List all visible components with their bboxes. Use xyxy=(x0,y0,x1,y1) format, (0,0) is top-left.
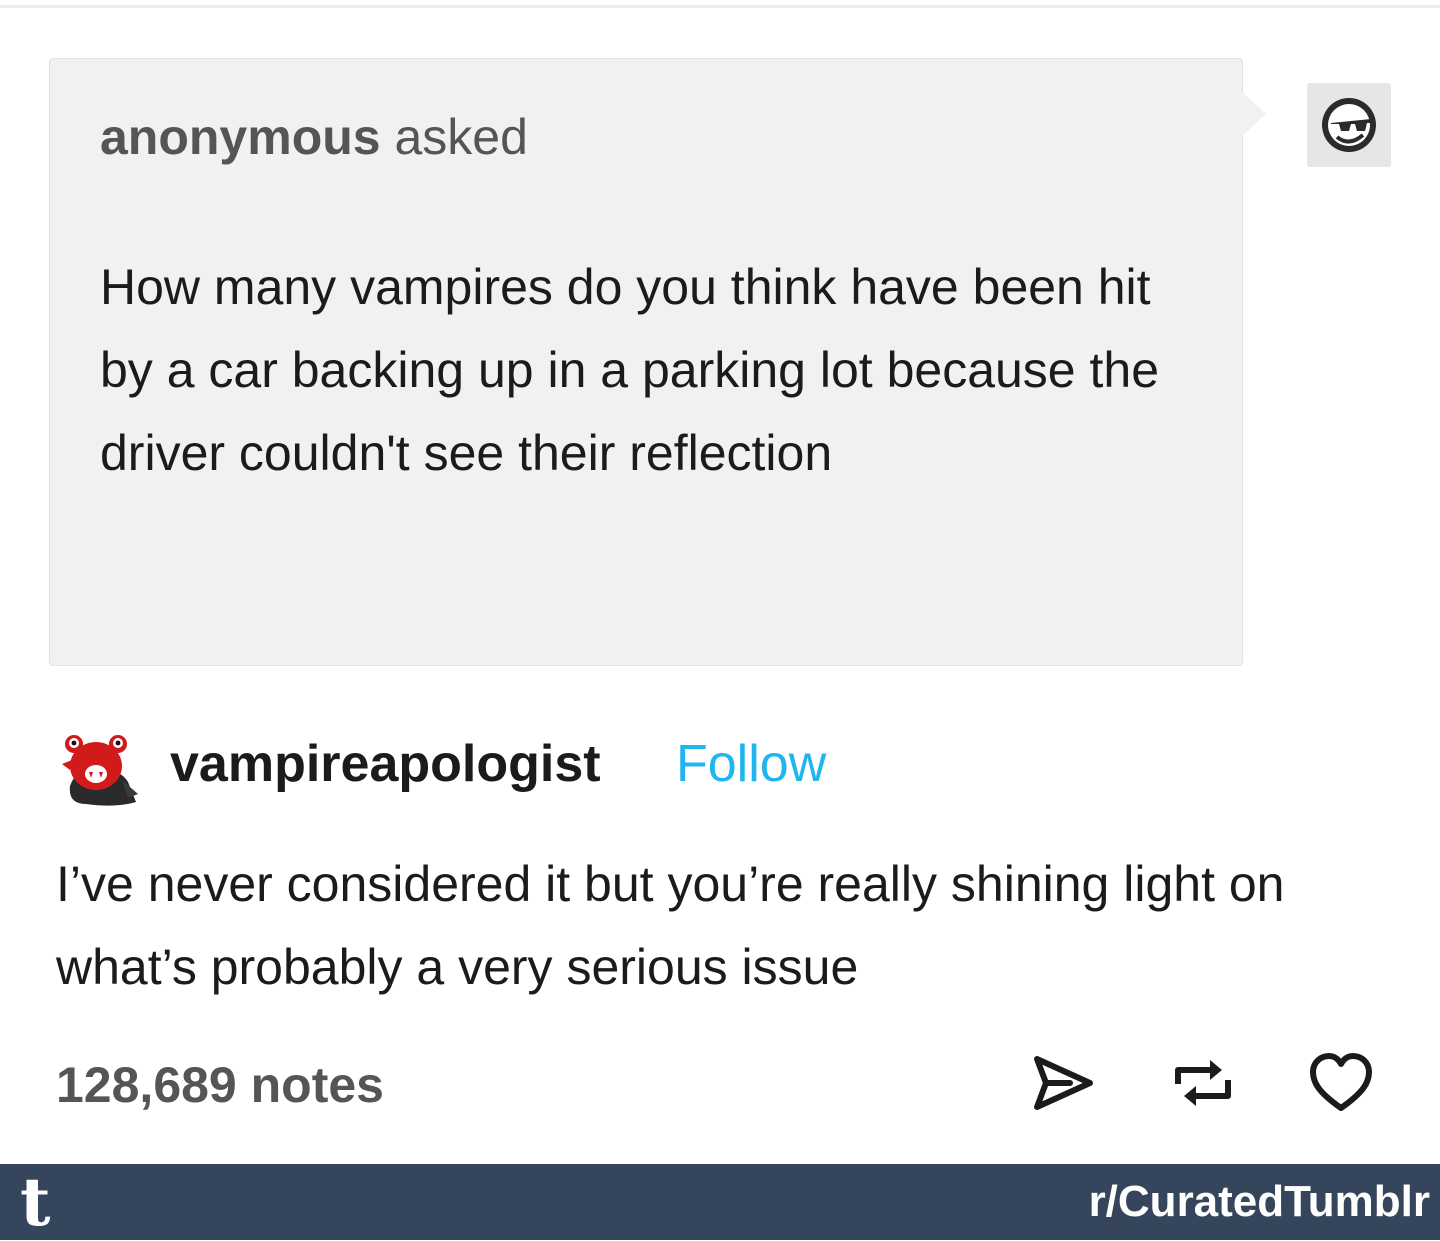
follow-button[interactable]: Follow xyxy=(676,733,826,795)
heart-icon[interactable] xyxy=(1308,1050,1374,1116)
answer-text: I’ve never considered it but you’re real… xyxy=(56,856,1285,995)
notes-count[interactable]: 128,689 notes xyxy=(56,1054,384,1116)
question-text: How many vampires do you think have been… xyxy=(100,259,1160,481)
vampire-blob-avatar[interactable] xyxy=(56,724,142,810)
avatar-icon xyxy=(62,735,138,806)
asker-line: anonymous asked xyxy=(100,107,528,167)
anonymous-avatar[interactable] xyxy=(1307,83,1391,167)
top-divider xyxy=(0,5,1440,8)
brand-bar: t r/CuratedTumblr xyxy=(0,1164,1440,1240)
ask-bubble: anonymous asked How many vampires do you… xyxy=(49,58,1243,666)
asker-verb: asked xyxy=(394,109,528,165)
reblog-icon[interactable] xyxy=(1170,1050,1236,1116)
answerer-blog-name[interactable]: vampireapologist xyxy=(170,733,601,795)
asker-name: anonymous xyxy=(100,109,381,165)
sunglasses-face-icon xyxy=(1322,98,1376,152)
tumblr-logo-icon: t xyxy=(20,1163,51,1241)
subreddit-label: r/CuratedTumblr xyxy=(1088,1177,1430,1226)
share-icon[interactable] xyxy=(1030,1050,1096,1116)
ask-bubble-tail xyxy=(1242,92,1266,136)
